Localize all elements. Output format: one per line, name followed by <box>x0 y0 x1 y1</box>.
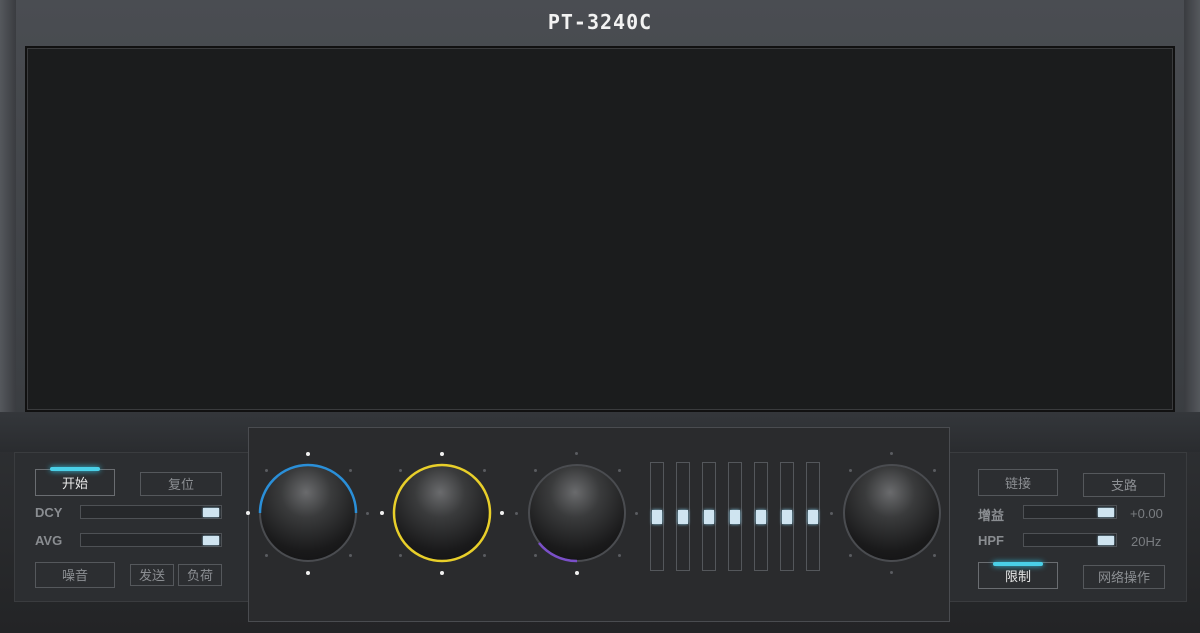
knob-4-tl-dot <box>849 469 852 472</box>
dcy-slider-thumb[interactable] <box>203 508 219 517</box>
knob-1-tr-dot <box>349 469 352 472</box>
knob-1-right-dot <box>366 512 369 515</box>
hpf-value: 20Hz <box>1131 534 1162 549</box>
gain-slider-thumb[interactable] <box>1098 508 1114 517</box>
fader-1-thumb[interactable] <box>652 509 662 524</box>
limit-label: 限制 <box>1004 569 1031 584</box>
send-button[interactable]: 发送 <box>130 564 174 586</box>
right-edge <box>1184 0 1200 440</box>
hpf-label: HPF <box>978 533 1004 548</box>
knob-3-left-dot <box>515 512 518 515</box>
knob-2-top-dot <box>440 452 444 456</box>
knob-1-br-dot <box>349 554 352 557</box>
left-edge <box>0 0 16 440</box>
fader-2[interactable] <box>676 462 690 571</box>
knob-4-bl-dot <box>849 554 852 557</box>
start-indicator-led <box>50 467 100 471</box>
limit-indicator-led <box>993 562 1043 566</box>
knob-2-br-dot <box>483 554 486 557</box>
knob-2-tr-dot <box>483 469 486 472</box>
start-label: 开始 <box>61 476 88 491</box>
knob-2-tl-dot <box>399 469 402 472</box>
reset-button[interactable]: 复位 <box>140 472 222 496</box>
fader-4-thumb[interactable] <box>730 509 740 524</box>
hpf-slider-thumb[interactable] <box>1098 536 1114 545</box>
knob-3-br-dot <box>618 554 621 557</box>
avg-slider-thumb[interactable] <box>203 536 219 545</box>
dcy-slider[interactable] <box>80 505 222 519</box>
gain-value: +0.00 <box>1130 506 1163 521</box>
branch-button[interactable]: 支路 <box>1083 473 1165 497</box>
gain-label: 增益 <box>978 508 1005 523</box>
device-title: PT-3240C <box>547 10 653 34</box>
fader-6[interactable] <box>780 462 794 571</box>
knob-1-bl-dot <box>265 554 268 557</box>
hpf-slider[interactable] <box>1023 533 1117 547</box>
knob-1-ring <box>258 463 358 562</box>
limit-button[interactable]: 限制 <box>978 562 1058 589</box>
load-button[interactable]: 负荷 <box>178 564 222 586</box>
knob-1-bottom-dot <box>306 571 310 575</box>
gain-slider[interactable] <box>1023 505 1117 519</box>
dcy-label: DCY <box>35 505 63 520</box>
link-button[interactable]: 链接 <box>978 469 1058 496</box>
knob-4-ring <box>843 464 941 562</box>
knob-4-top-dot <box>890 452 893 455</box>
knob-3-right-dot <box>635 512 638 515</box>
fader-2-thumb[interactable] <box>678 509 688 524</box>
knob-2-bottom-dot <box>440 571 444 575</box>
knob-4-bottom-dot <box>890 571 893 574</box>
knob-2-ring <box>392 463 492 563</box>
display-screen <box>25 46 1175 412</box>
knob-1-left-dot <box>246 511 250 515</box>
fader-5[interactable] <box>754 462 768 571</box>
network-ops-button[interactable]: 网络操作 <box>1083 565 1165 589</box>
fader-6-thumb[interactable] <box>782 509 792 524</box>
knob-4-br-dot <box>933 554 936 557</box>
app-window: PT-3240C 开始 复位 DCY AVG 噪音 发送 负荷 链接 支路 增益… <box>0 0 1200 633</box>
knob-2-right-dot <box>500 511 504 515</box>
fader-4[interactable] <box>728 462 742 571</box>
knob-1-top-dot <box>306 452 310 456</box>
knob-1-tl-dot <box>265 469 268 472</box>
fader-5-thumb[interactable] <box>756 509 766 524</box>
fader-7-thumb[interactable] <box>808 509 818 524</box>
knob-4-left-dot <box>830 512 833 515</box>
knob-2-left-dot <box>380 511 384 515</box>
knob-2-bl-dot <box>399 554 402 557</box>
start-button[interactable]: 开始 <box>35 469 115 496</box>
fader-3-thumb[interactable] <box>704 509 714 524</box>
knob-3-tl-dot <box>534 469 537 472</box>
knob-3-tr-dot <box>618 469 621 472</box>
knob-3-ring <box>528 464 626 563</box>
avg-slider[interactable] <box>80 533 222 547</box>
fader-3[interactable] <box>702 462 716 571</box>
avg-label: AVG <box>35 533 63 548</box>
knob-4-tr-dot <box>933 469 936 472</box>
fader-1[interactable] <box>650 462 664 571</box>
noise-button[interactable]: 噪音 <box>35 562 115 588</box>
knob-3-bl-dot <box>534 554 537 557</box>
knob-3-top-dot <box>575 452 578 455</box>
knob-3-bottom-dot <box>575 571 579 575</box>
fader-7[interactable] <box>806 462 820 571</box>
